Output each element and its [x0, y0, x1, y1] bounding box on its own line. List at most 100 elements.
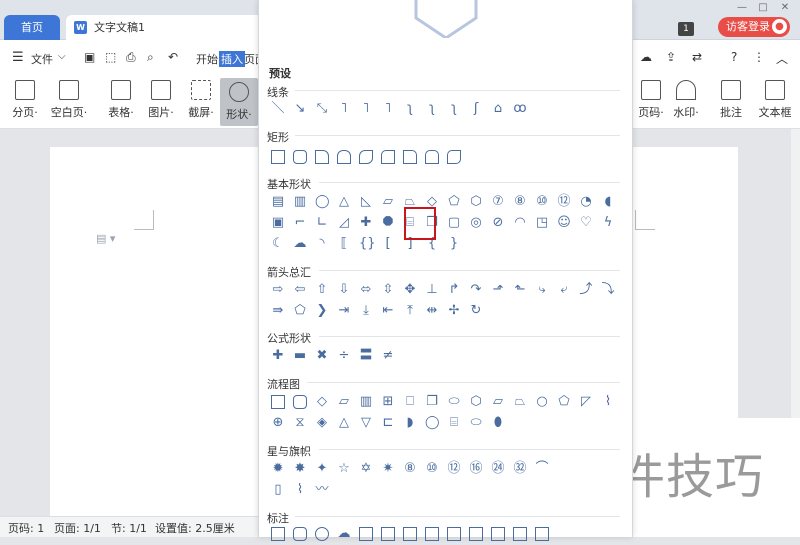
accent-callout-shape-icon[interactable] — [447, 527, 461, 541]
left-right-up-arrow-shape-icon[interactable]: ⊥ — [425, 283, 439, 297]
minimize-icon[interactable]: — — [736, 2, 748, 14]
donut-shape-icon[interactable]: ◎ — [469, 216, 483, 230]
curved-left-arrow-shape-icon[interactable]: ⤶ — [557, 283, 571, 297]
right-triangle-shape-icon[interactable]: ◺ — [359, 195, 373, 209]
flowchart-document-shape-icon[interactable]: ⎕ — [403, 395, 417, 409]
flowchart-display-shape-icon[interactable]: ⬮ — [491, 416, 505, 430]
quad-arrow-callout-shape-icon[interactable]: ✢ — [447, 304, 461, 318]
sync-icon[interactable]: ⇄ — [692, 50, 702, 64]
triangle-shape-icon[interactable]: △ — [337, 195, 351, 209]
octagon-shape-icon[interactable]: ⑧ — [513, 195, 527, 209]
left-arrow-callout-shape-icon[interactable]: ⇤ — [381, 304, 395, 318]
flowchart-magnetic-disk-shape-icon[interactable]: ⌸ — [447, 416, 461, 430]
thirty-two-point-star-shape-icon[interactable]: ㉜ — [513, 462, 527, 476]
line-shape-icon[interactable]: ＼ — [271, 102, 285, 116]
close-icon[interactable]: ✕ — [779, 2, 791, 14]
hexagon-shape-icon[interactable]: ⬡ — [469, 195, 483, 209]
sun-shape-icon[interactable] — [605, 216, 619, 230]
circular-arrow-shape-icon[interactable]: ↻ — [469, 304, 483, 318]
flowchart-preparation-shape-icon[interactable]: ⬡ — [469, 395, 483, 409]
flowchart-internal-storage-shape-icon[interactable]: ⊞ — [381, 395, 395, 409]
six-point-star-shape-icon[interactable]: ✡ — [359, 462, 373, 476]
flowchart-stored-data-shape-icon[interactable]: ⊏ — [381, 416, 395, 430]
plus-math-shape-icon[interactable]: ✚ — [271, 349, 285, 363]
page-break-button[interactable]: 分页· — [4, 80, 46, 124]
no-symbol-shape-icon[interactable]: ⊘ — [491, 216, 505, 230]
double-brace-shape-icon[interactable]: {} — [359, 237, 376, 251]
rounded-callout-shape-icon[interactable] — [293, 527, 307, 541]
menu-file[interactable]: 文件 — [31, 51, 53, 67]
flowchart-multidocument-shape-icon[interactable]: ❐ — [425, 395, 439, 409]
border-callout-2-shape-icon[interactable] — [535, 527, 549, 541]
plaque-shape-icon[interactable]: ⯃ — [381, 216, 395, 230]
curved-connector-shape-icon[interactable]: ʅ — [403, 102, 417, 116]
share-icon[interactable]: ⇪ — [666, 50, 676, 64]
l-shape-icon[interactable]: ∟ — [315, 216, 329, 230]
plus-shape-icon[interactable]: ✚ — [359, 216, 373, 230]
block-arc-shape-icon[interactable]: ◠ — [513, 216, 527, 230]
line-callout-3-shape-icon[interactable] — [403, 527, 417, 541]
twelve-point-star-shape-icon[interactable]: ⑫ — [447, 462, 461, 476]
flowchart-sort-shape-icon[interactable]: ◈ — [315, 416, 329, 430]
vertical-scroll-shape-icon[interactable]: ▯ — [271, 483, 285, 497]
twenty-four-point-star-shape-icon[interactable]: ㉔ — [491, 462, 505, 476]
scribble-shape-icon[interactable]: ꝏ — [513, 102, 527, 116]
ten-point-star-shape-icon[interactable]: ⑩ — [425, 462, 439, 476]
snip-corner-rectangle-shape-icon[interactable] — [315, 150, 329, 164]
multiply-math-shape-icon[interactable]: ✖ — [315, 349, 329, 363]
preview-icon[interactable]: ⌕ — [147, 50, 154, 65]
accent-callout-2-shape-icon[interactable] — [469, 527, 483, 541]
flowchart-alternate-process-shape-icon[interactable] — [293, 395, 307, 409]
textbox-button[interactable]: 文本框 — [754, 80, 796, 124]
flowchart-sequential-storage-shape-icon[interactable]: ◯ — [425, 416, 440, 430]
arc-shape-icon[interactable]: ◝ — [315, 237, 329, 251]
curved-up-arrow-shape-icon[interactable]: ⤴ — [579, 283, 593, 297]
flowchart-manual-operation-shape-icon[interactable]: ⏢ — [513, 395, 527, 409]
explosion-2-shape-icon[interactable]: ✸ — [293, 462, 307, 476]
oval-shape-icon[interactable]: ◯ — [315, 195, 330, 209]
tab-home[interactable]: 首页 — [4, 15, 60, 40]
rectangular-callout-shape-icon[interactable] — [271, 527, 285, 541]
flowchart-extract-shape-icon[interactable]: △ — [337, 416, 351, 430]
flowchart-or-shape-icon[interactable]: ⊕ — [271, 416, 285, 430]
five-point-star-shape-icon[interactable]: ☆ — [337, 462, 351, 476]
bevel-shape-icon[interactable]: ▢ — [447, 216, 461, 230]
curved-right-arrow-shape-icon[interactable]: ⤷ — [535, 283, 549, 297]
folded-corner-shape-icon[interactable]: ◳ — [535, 216, 549, 230]
round-diagonal-rectangle-shape-icon[interactable] — [447, 150, 461, 164]
chevron-shape-icon[interactable]: ❯ — [315, 304, 329, 318]
striped-right-arrow-shape-icon[interactable]: ⇛ — [271, 304, 285, 318]
flowchart-terminator-shape-icon[interactable]: ⬭ — [447, 395, 461, 409]
flowchart-summing-junction-shape-icon[interactable] — [605, 395, 619, 409]
chevron-down-icon[interactable]: ⌵ — [58, 51, 66, 62]
elbow-arrow-shape-icon[interactable]: ˥ — [359, 102, 373, 116]
watermark-button[interactable]: 水印· — [665, 80, 707, 124]
flowchart-direct-storage-shape-icon[interactable]: ⬭ — [469, 416, 483, 430]
left-arrow-shape-icon[interactable]: ⇦ — [293, 283, 307, 297]
half-frame-shape-icon[interactable]: ⌐ — [293, 216, 307, 230]
flowchart-process-shape-icon[interactable] — [271, 395, 285, 409]
cloud-icon[interactable]: ☁ — [640, 50, 652, 64]
collapse-ribbon-icon[interactable]: ︿ — [776, 50, 788, 67]
hamburger-icon[interactable]: ☰ — [12, 50, 24, 65]
picture-button[interactable]: 图片· — [140, 80, 182, 124]
visitor-login-button[interactable]: 访客登录 ● — [718, 17, 790, 37]
right-brace-shape-icon[interactable]: } — [447, 237, 461, 251]
ribbon-up-shape-icon[interactable]: ⌒ — [535, 462, 549, 476]
curve-shape-icon[interactable]: ʃ — [469, 102, 483, 116]
flowchart-card-shape-icon[interactable]: ◸ — [579, 395, 593, 409]
up-arrow-callout-shape-icon[interactable]: ⤒ — [403, 304, 417, 318]
curved-arrow-shape-icon[interactable]: ʅ — [425, 102, 439, 116]
horizontal-scroll-shape-icon[interactable]: ⌇ — [293, 483, 307, 497]
line-callout-2-shape-icon[interactable] — [381, 527, 395, 541]
smiley-face-shape-icon[interactable]: ☺ — [557, 216, 571, 230]
flowchart-connector-shape-icon[interactable]: ○ — [535, 395, 549, 409]
line-callout-shape-icon[interactable] — [359, 527, 373, 541]
tab-document[interactable]: W 文字文稿1 — [66, 15, 262, 40]
not-equal-math-shape-icon[interactable]: ≠ — [381, 349, 395, 363]
up-arrow-shape-icon[interactable]: ⇧ — [315, 283, 329, 297]
moon-shape-icon[interactable]: ☾ — [271, 237, 285, 251]
down-arrow-shape-icon[interactable]: ⇩ — [337, 283, 351, 297]
snip-diagonal-rectangle-shape-icon[interactable] — [359, 150, 373, 164]
divide-math-shape-icon[interactable]: ÷ — [337, 349, 351, 363]
